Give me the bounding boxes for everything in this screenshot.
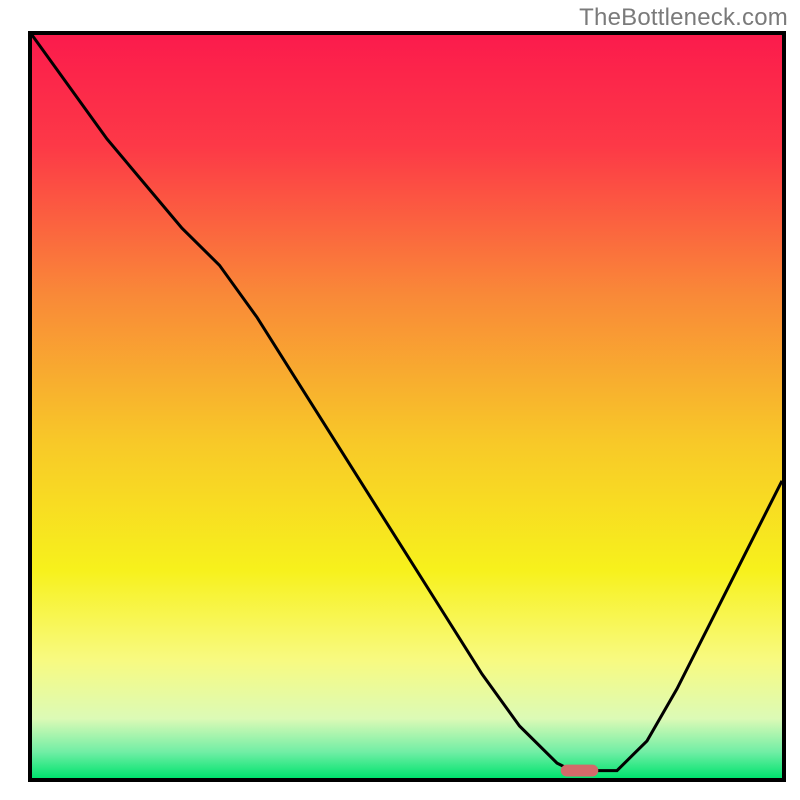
watermark-text: TheBottleneck.com (579, 4, 788, 32)
chart-container: TheBottleneck.com (0, 0, 800, 800)
plot-background (32, 35, 782, 778)
optimal-point-marker (561, 765, 599, 777)
bottleneck-chart-svg (0, 0, 800, 800)
